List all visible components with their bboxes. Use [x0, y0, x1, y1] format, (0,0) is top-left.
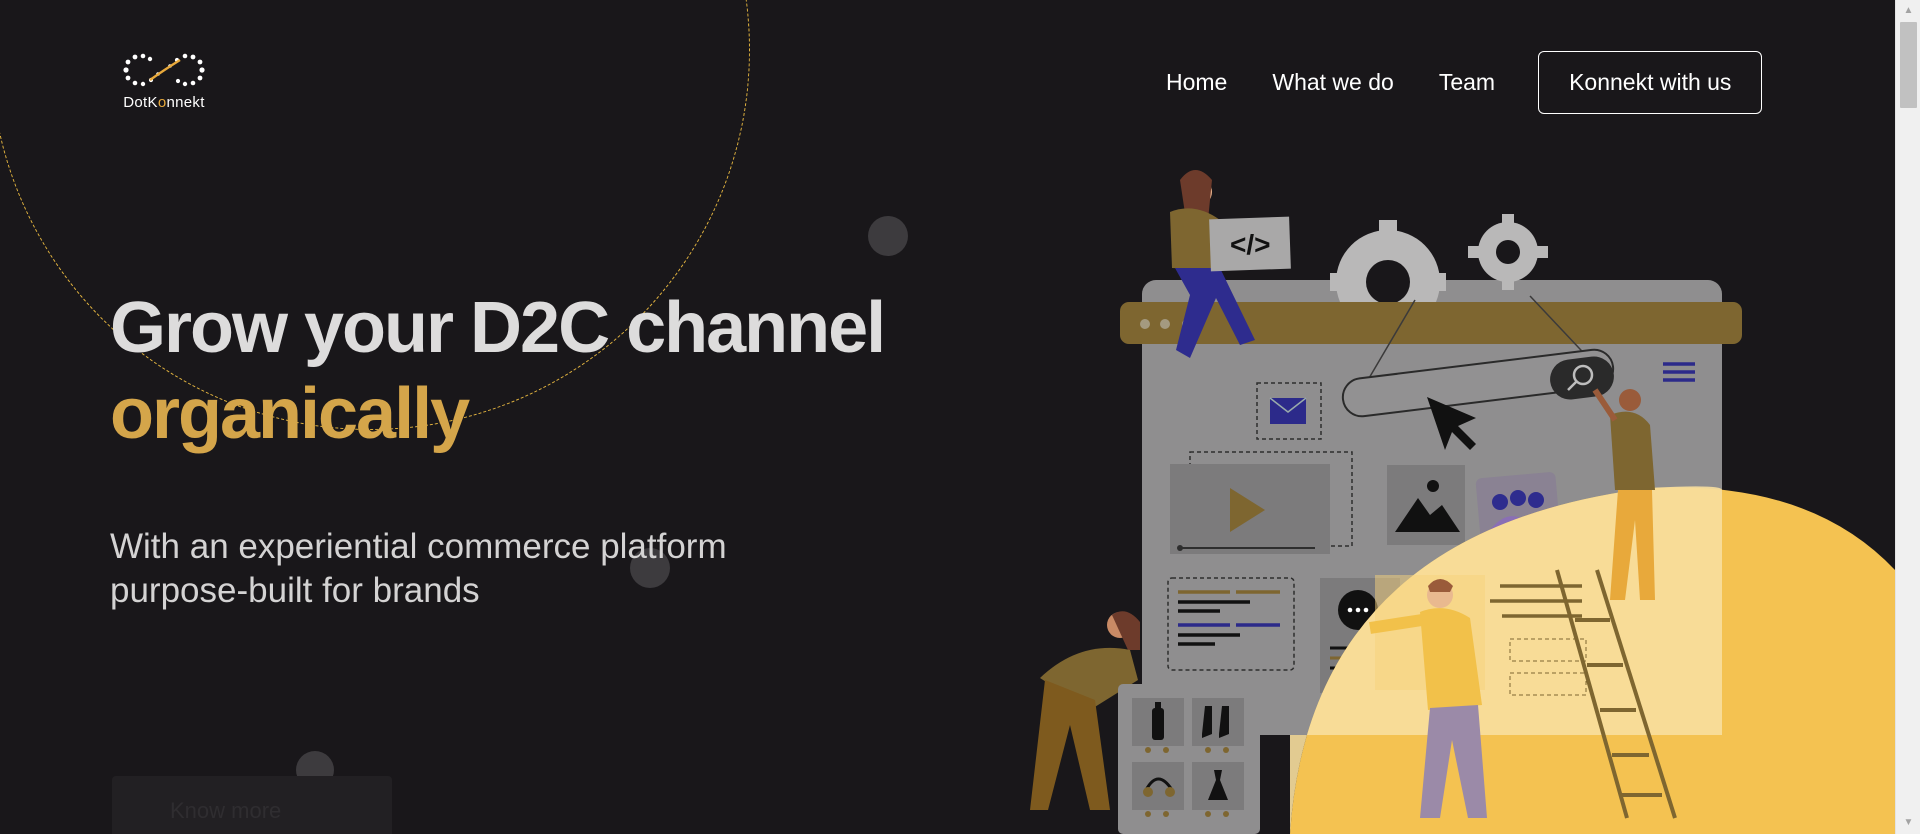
scroll-down-icon[interactable]: ▼ [1896, 812, 1920, 834]
hero-subtitle: With an experiential commerce platform p… [110, 525, 810, 613]
infinity-dots-icon [123, 53, 205, 87]
hero-title: Grow your D2C channel organically [110, 285, 886, 457]
scroll-up-icon[interactable]: ▲ [1896, 0, 1920, 22]
konnekt-with-us-button[interactable]: Konnekt with us [1538, 51, 1763, 114]
know-more-button[interactable]: Know more [112, 776, 392, 834]
page: DotKonnekt Home What we do Team Konnekt … [0, 0, 1895, 834]
hero-title-line1: Grow your D2C channel [110, 288, 886, 368]
main-nav: Home What we do Team Konnekt with us [1166, 51, 1763, 114]
svg-text:</>: </> [1230, 229, 1270, 260]
hero-illustration: </> [990, 150, 1895, 834]
nav-what-we-do[interactable]: What we do [1272, 69, 1393, 96]
brand-name: DotKonnekt [123, 94, 205, 111]
scrollbar-thumb[interactable] [1900, 22, 1917, 108]
hero-subtitle-line2: purpose-built for brands [110, 571, 480, 610]
nav-home[interactable]: Home [1166, 69, 1227, 96]
hero-subtitle-line1: With an experiential commerce platform [110, 527, 727, 566]
hero-title-accent: organically [110, 374, 470, 454]
gear-icon [1468, 214, 1548, 290]
nav-team[interactable]: Team [1439, 69, 1495, 96]
brand-logo[interactable]: DotKonnekt [118, 52, 210, 111]
decorative-dot [868, 216, 908, 256]
vertical-scrollbar[interactable]: ▲ ▼ [1895, 0, 1920, 834]
